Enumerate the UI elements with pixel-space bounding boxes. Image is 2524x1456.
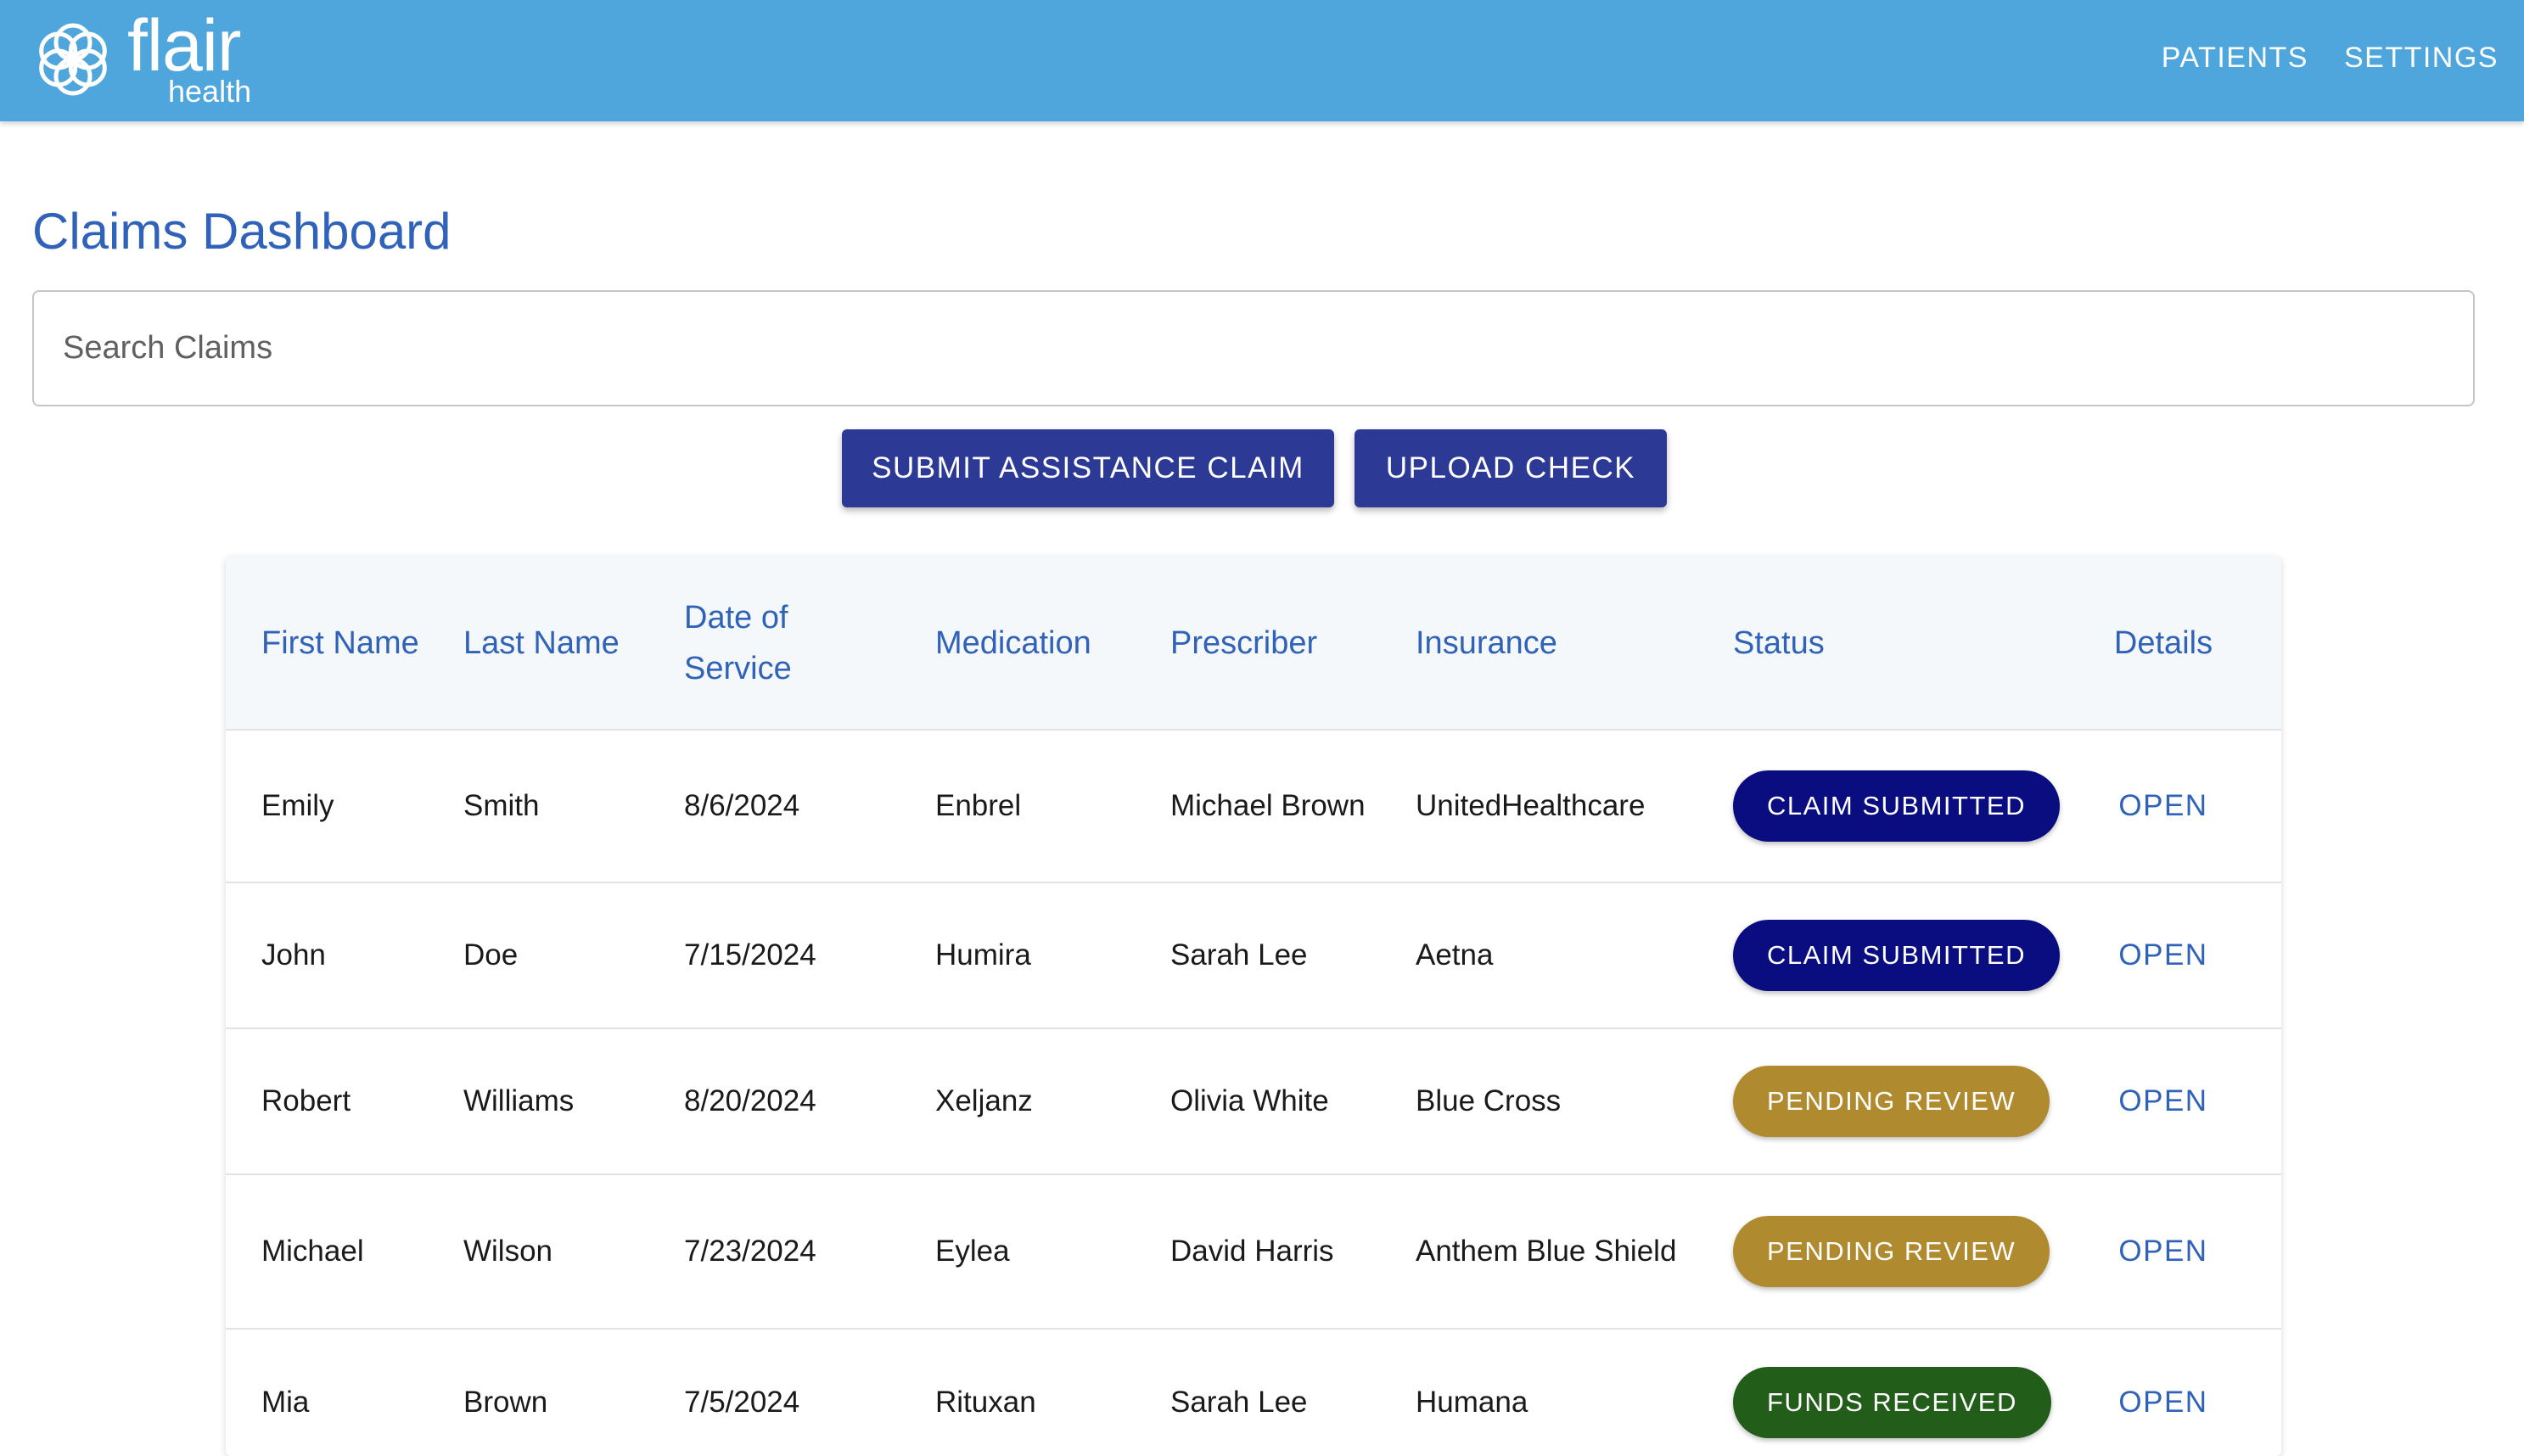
cell-insurance: UnitedHealthcare (1380, 729, 1697, 882)
logo-text: flair health (127, 5, 280, 109)
flower-logo-icon (39, 23, 107, 96)
upload-check-button[interactable]: UPLOAD CHECK (1355, 429, 1667, 507)
nav-patients[interactable]: PATIENTS (2162, 42, 2308, 75)
search-claims-input[interactable] (32, 290, 2475, 406)
open-details-link[interactable]: OPEN (2118, 1084, 2207, 1117)
cell-medication: Rituxan (900, 1328, 1135, 1456)
cell-status: CLAIM SUBMITTED (1697, 882, 2060, 1028)
cell-insurance: Humana (1380, 1328, 1697, 1456)
cell-medication: Eylea (900, 1173, 1135, 1329)
cell-details: OPEN (2054, 1028, 2281, 1174)
cell-medication: Xeljanz (900, 1028, 1135, 1174)
column-header-prescriber[interactable]: Prescriber (1135, 557, 1380, 730)
column-header-details: Details (2113, 624, 2213, 661)
status-badge: PENDING REVIEW (1733, 1216, 2050, 1287)
app-bar: flair health PATIENTS SETTINGS (0, 0, 2524, 121)
page-title: Claims Dashboard (32, 203, 452, 260)
cell-date-of-service: 7/15/2024 (648, 882, 900, 1028)
cell-date-of-service: 7/23/2024 (648, 1173, 900, 1329)
status-badge: FUNDS RECEIVED (1733, 1366, 2051, 1438)
cell-prescriber: Sarah Lee (1135, 882, 1380, 1028)
open-details-link[interactable]: OPEN (2118, 1386, 2207, 1419)
column-header-status[interactable]: Status (1697, 557, 2054, 730)
cell-medication: Humira (900, 882, 1135, 1028)
claims-table: First Name Last Name Date of Service Med… (226, 557, 2281, 1456)
claims-table-card: First Name Last Name Date of Service Med… (226, 557, 2281, 1456)
open-details-link[interactable]: OPEN (2118, 1235, 2207, 1268)
cell-prescriber: Olivia White (1135, 1028, 1380, 1174)
cell-details: OPEN (2054, 1328, 2281, 1456)
status-badge: CLAIM SUBMITTED (1733, 770, 2060, 842)
cell-first-name: Mia (226, 1328, 428, 1456)
cell-prescriber: David Harris (1135, 1173, 1380, 1329)
submit-assistance-claim-button[interactable]: SUBMIT ASSISTANCE CLAIM (842, 429, 1334, 507)
cell-date-of-service: 7/5/2024 (648, 1328, 900, 1456)
cell-medication: Enbrel (900, 729, 1135, 882)
cell-last-name: Doe (428, 882, 648, 1028)
cell-first-name: Robert (226, 1028, 428, 1174)
cell-date-of-service: 8/6/2024 (648, 729, 900, 882)
column-header-medication[interactable]: Medication (900, 557, 1135, 730)
column-header-insurance[interactable]: Insurance (1380, 557, 1697, 730)
cell-date-of-service: 8/20/2024 (648, 1028, 900, 1174)
cell-status: FUNDS RECEIVED (1697, 1328, 2054, 1456)
column-header-first-name[interactable]: First Name (226, 557, 428, 730)
table-row[interactable]: John Doe 7/15/2024 Humira Sarah Lee Aetn… (226, 882, 2281, 1028)
open-details-link[interactable]: OPEN (2118, 789, 2207, 822)
column-header-last-name[interactable]: Last Name (428, 557, 648, 730)
table-row[interactable]: Michael Wilson 7/23/2024 Eylea David Har… (226, 1173, 2281, 1329)
table-row[interactable]: Mia Brown 7/5/2024 Rituxan Sarah Lee Hum… (226, 1328, 2281, 1456)
status-badge: CLAIM SUBMITTED (1733, 920, 2060, 991)
column-header-date-of-service[interactable]: Date of Service (648, 557, 900, 730)
table-header-row: First Name Last Name Date of Service Med… (226, 557, 2281, 730)
cell-first-name: John (226, 882, 428, 1028)
nav-settings[interactable]: SETTINGS (2344, 42, 2499, 75)
cell-insurance: Blue Cross (1380, 1028, 1697, 1174)
status-badge: PENDING REVIEW (1733, 1066, 2050, 1137)
cell-last-name: Wilson (428, 1173, 648, 1329)
open-details-link[interactable]: OPEN (2118, 938, 2207, 972)
cell-details: OPEN (2054, 729, 2281, 882)
cell-status: PENDING REVIEW (1697, 1028, 2054, 1174)
cell-first-name: Emily (226, 729, 428, 882)
cell-first-name: Michael (226, 1173, 428, 1329)
cell-details: OPEN (2054, 882, 2281, 1028)
cell-insurance: Aetna (1380, 882, 1697, 1028)
cell-last-name: Smith (428, 729, 648, 882)
table-row[interactable]: Emily Smith 8/6/2024 Enbrel Michael Brow… (226, 729, 2281, 882)
table-row[interactable]: Robert Williams 8/20/2024 Xeljanz Olivia… (226, 1028, 2281, 1174)
top-nav: PATIENTS SETTINGS (2162, 0, 2499, 115)
cell-prescriber: Michael Brown (1135, 729, 1380, 882)
cell-details: OPEN (2054, 1173, 2281, 1329)
cell-last-name: Brown (428, 1328, 648, 1456)
flair-health-logo[interactable]: flair health (31, 5, 280, 109)
cell-status: CLAIM SUBMITTED (1697, 729, 2060, 882)
cell-status: PENDING REVIEW (1697, 1173, 2054, 1329)
cell-insurance: Anthem Blue Shield (1380, 1173, 1697, 1329)
brand-subtitle: health (168, 74, 252, 109)
cell-last-name: Williams (428, 1028, 648, 1174)
cell-prescriber: Sarah Lee (1135, 1328, 1380, 1456)
